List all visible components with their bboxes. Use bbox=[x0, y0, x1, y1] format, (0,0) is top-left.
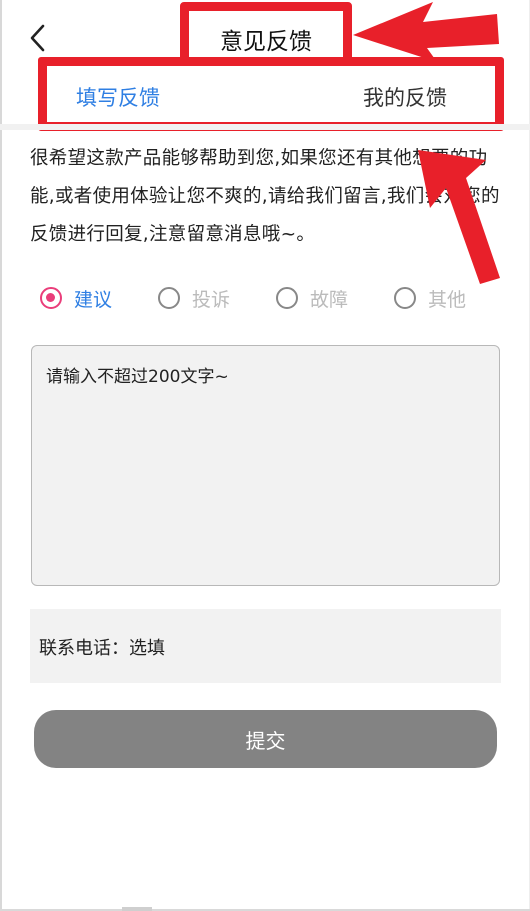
radio-suggestion[interactable]: 建议 bbox=[40, 282, 112, 314]
annotation-arrow-title-icon bbox=[353, 2, 499, 60]
page-title: 意见反馈 bbox=[220, 29, 312, 55]
radio-checked-icon bbox=[40, 287, 62, 309]
back-button[interactable] bbox=[20, 18, 56, 58]
radio-unchecked-icon bbox=[158, 287, 180, 309]
radio-unchecked-icon bbox=[276, 287, 298, 309]
radio-label-complaint: 投诉 bbox=[192, 288, 231, 311]
radio-complaint[interactable]: 投诉 bbox=[158, 282, 230, 314]
radio-label-fault: 故障 bbox=[310, 288, 349, 311]
radio-other[interactable]: 其他 bbox=[394, 282, 466, 314]
radio-label-other: 其他 bbox=[428, 288, 467, 311]
tab-write-feedback[interactable]: 填写反馈 bbox=[76, 82, 160, 112]
radio-fault[interactable]: 故障 bbox=[276, 282, 348, 314]
radio-label-suggestion: 建议 bbox=[74, 288, 113, 311]
back-arrow-icon bbox=[30, 24, 45, 52]
screen-edge-left bbox=[0, 0, 2, 911]
header-divider bbox=[0, 124, 530, 130]
bottom-indicator bbox=[122, 907, 152, 911]
submit-button[interactable]: 提交 bbox=[34, 710, 497, 768]
phone-label: 联系电话：选填 bbox=[39, 638, 165, 659]
feedback-screen: 意见反馈 填写反馈 我的反馈 很希望这款产品能够帮助到您,如果您还有其他想要的功… bbox=[0, 0, 530, 911]
intro-text: 很希望这款产品能够帮助到您,如果您还有其他想要的功能,或者使用体验让您不爽的,请… bbox=[30, 148, 500, 245]
radio-unchecked-icon bbox=[394, 287, 416, 309]
feedback-placeholder: 请输入不超过200文字~ bbox=[46, 367, 229, 387]
tab-my-feedback[interactable]: 我的反馈 bbox=[363, 82, 447, 112]
